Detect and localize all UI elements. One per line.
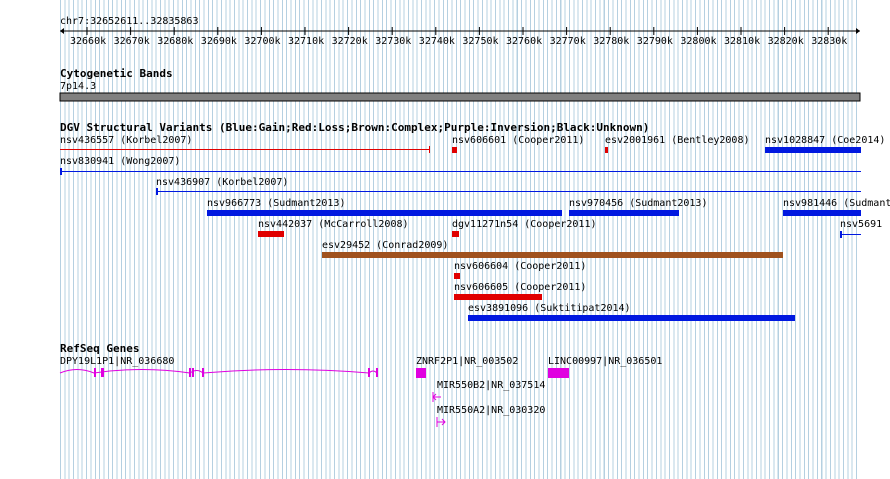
genome-browser-view: chr7:32652611..32835863 32660k 32670k 3268… <box>0 0 890 479</box>
mir550a2-gene-model[interactable] <box>0 0 890 479</box>
